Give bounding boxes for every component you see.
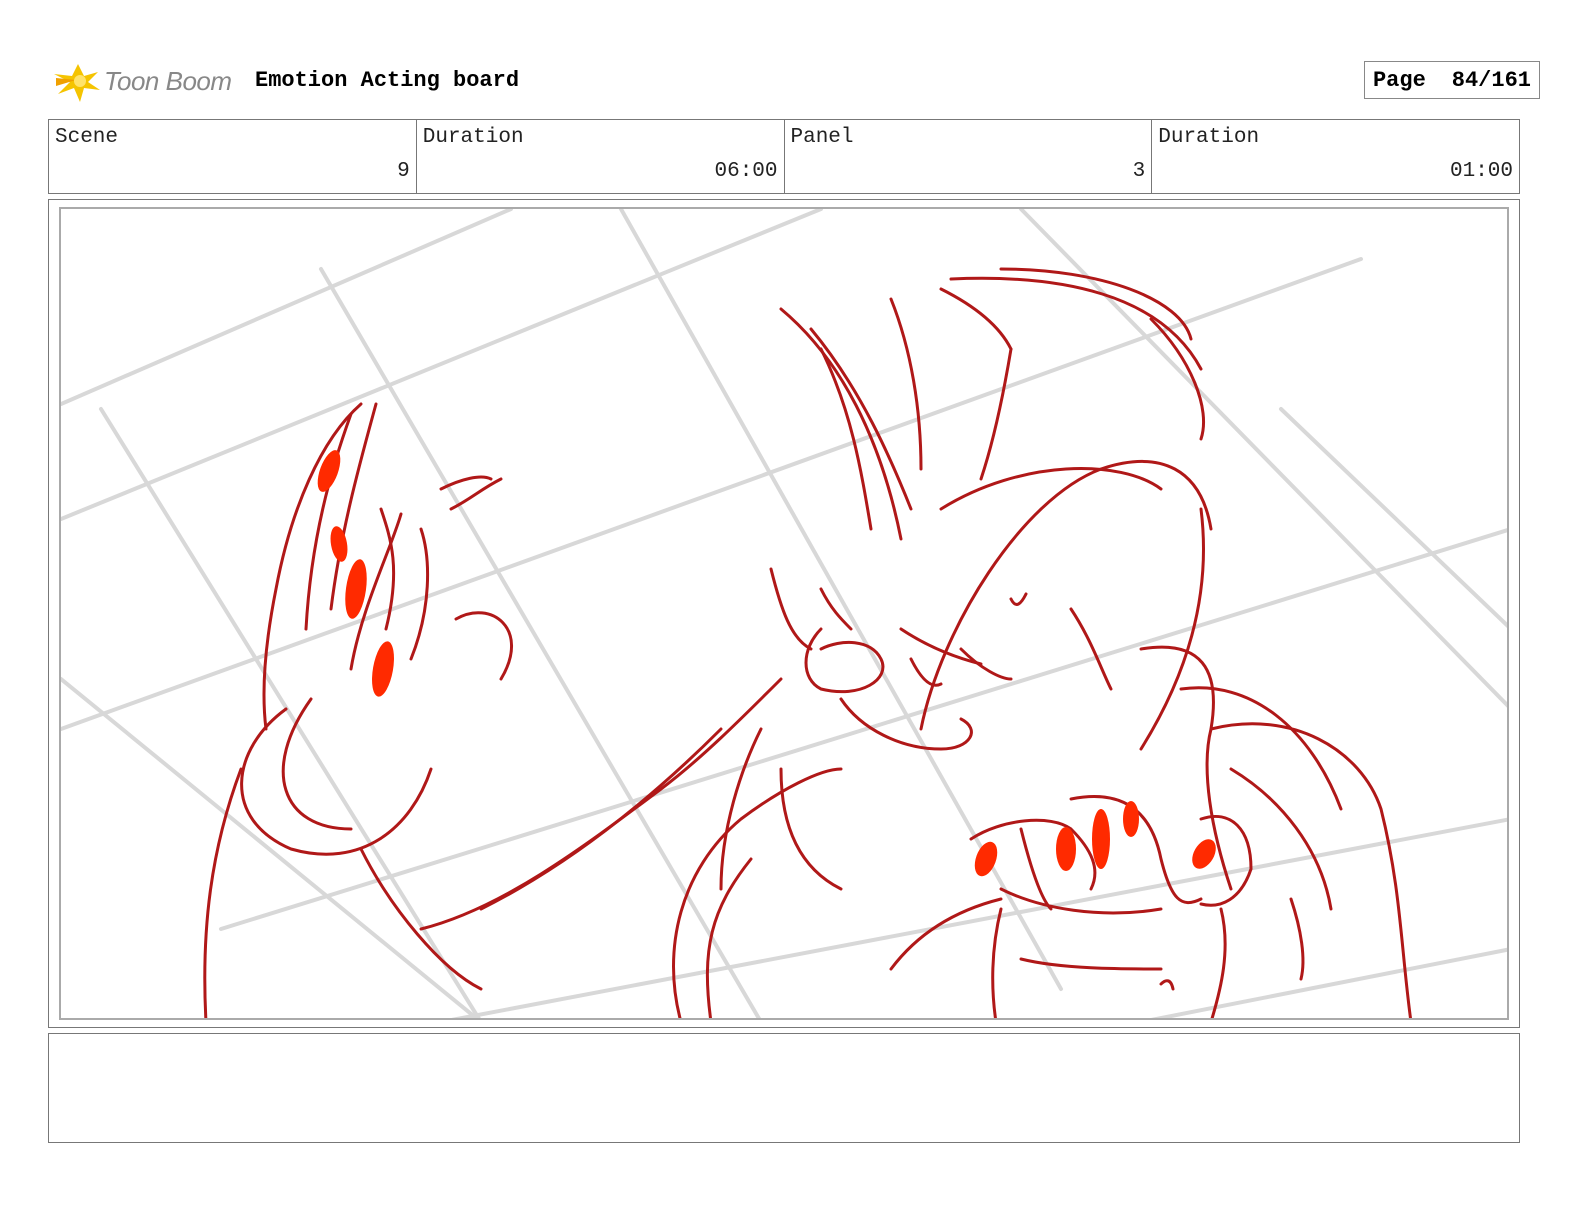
page-indicator: Page 84/161: [1363, 61, 1540, 99]
scene-duration-value: 06:00: [714, 160, 778, 183]
panel-duration-cell: Duration 01:00: [1152, 120, 1519, 193]
scene-duration-cell: Duration 06:00: [417, 120, 785, 193]
panel-value: 3: [1132, 160, 1146, 183]
panel-duration-label: Duration: [1158, 126, 1260, 149]
panel-label: Panel: [790, 126, 854, 149]
scene-value: 9: [397, 160, 410, 183]
toon-boom-logo: Toon Boom: [50, 56, 240, 106]
logo-text: Toon Boom: [104, 66, 232, 96]
storyboard-panel-frame: [48, 199, 1520, 1028]
panel-notes-box: [48, 1033, 1520, 1143]
page-header: Toon Boom Emotion Acting board Page 84/1…: [50, 52, 1540, 112]
scene-duration-label: Duration: [422, 126, 524, 149]
scene-label: Scene: [55, 126, 119, 149]
board-title: Emotion Acting board: [255, 68, 520, 93]
panel-duration-value: 01:00: [1449, 160, 1513, 183]
page-label: Page: [1372, 67, 1426, 93]
scene-cell: Scene 9: [49, 120, 417, 193]
panel-cell: Panel 3: [785, 120, 1153, 193]
toon-boom-starburst-icon: [54, 64, 100, 102]
storyboard-panel: [59, 207, 1509, 1020]
page-number: 84/161: [1451, 67, 1531, 93]
storyboard-sketch: [61, 209, 1507, 1018]
scene-info-table: Scene 9 Duration 06:00 Panel 3 Duration …: [48, 119, 1520, 194]
